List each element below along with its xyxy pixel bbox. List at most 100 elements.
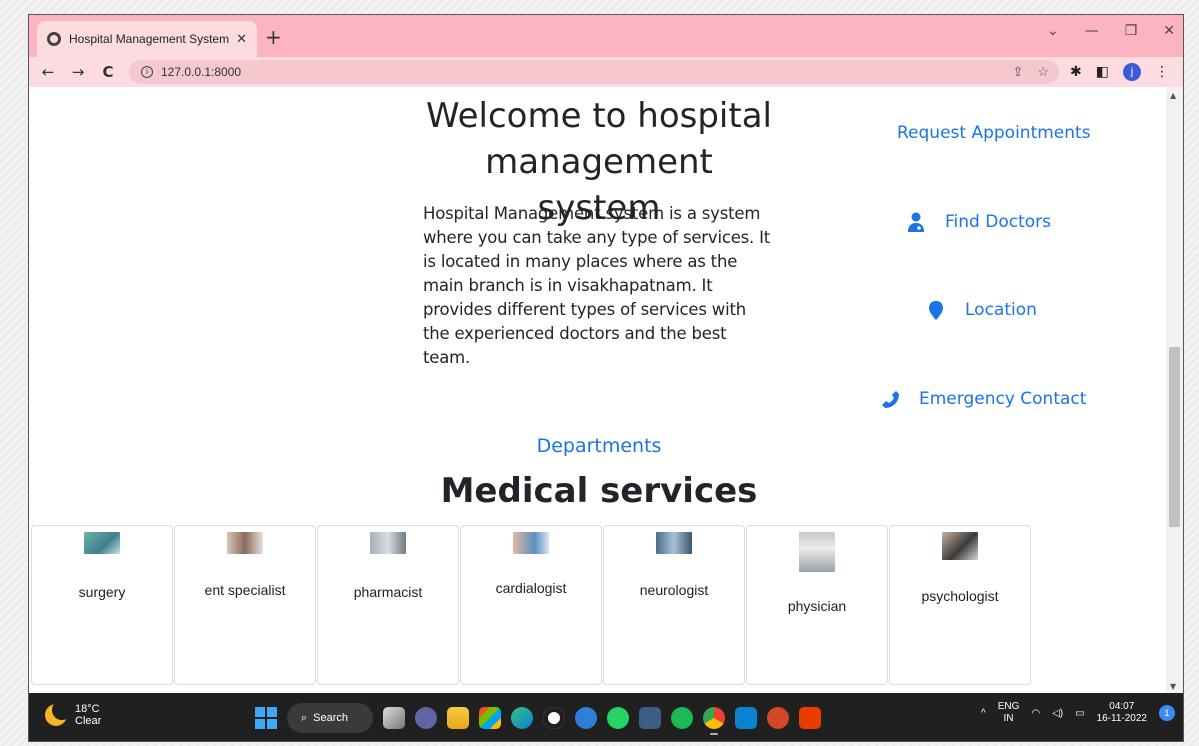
store-icon[interactable] [479, 707, 501, 729]
forward-button[interactable]: → [67, 63, 89, 81]
window-controls: ⌄ — ❐ ✕ [1047, 23, 1175, 39]
departments-link[interactable]: Departments [499, 435, 699, 457]
scrollbar-thumb[interactable] [1169, 347, 1180, 527]
scroll-down-icon[interactable]: ▼ [1170, 682, 1176, 691]
site-info-icon[interactable]: i [141, 66, 153, 78]
request-appointments-link[interactable]: Request Appointments [897, 123, 1091, 143]
close-tab-icon[interactable]: ✕ [236, 32, 247, 47]
chrome-icon[interactable] [703, 707, 725, 735]
edge-icon[interactable] [511, 707, 533, 729]
start-button[interactable] [255, 707, 277, 729]
surgery-image [84, 532, 120, 554]
restore-button[interactable]: ❐ [1125, 23, 1138, 39]
location-link[interactable]: Location [925, 299, 1037, 321]
github-icon[interactable] [543, 707, 565, 729]
neurologist-image [656, 532, 692, 554]
services-list: surgery ent specialist pharmacist cardia… [31, 525, 1031, 685]
doctor-icon [908, 212, 924, 232]
intro-paragraph: Hospital Management system is a system w… [423, 204, 771, 367]
language-indicator[interactable]: ENG IN [998, 701, 1020, 725]
whatsapp-icon[interactable] [607, 707, 629, 729]
page-scrollbar[interactable]: ▲ ▼ [1166, 87, 1183, 693]
menu-icon[interactable]: ⋮ [1155, 64, 1169, 80]
powershell-icon[interactable] [639, 707, 661, 729]
service-card-neurologist[interactable]: neurologist [603, 525, 745, 685]
battery-icon[interactable]: ▭ [1075, 708, 1084, 719]
service-label: pharmacist [353, 584, 423, 600]
system-tray: ^ ENG IN ◠ ◁) ▭ 04:07 16-11-2022 1 [981, 701, 1175, 725]
browser-window: Hospital Management System ✕ + ⌄ — ❐ ✕ ←… [28, 14, 1184, 742]
meet-icon[interactable] [415, 707, 437, 729]
region-code: IN [1003, 713, 1014, 724]
service-label: physician [787, 598, 847, 614]
browser-tab[interactable]: Hospital Management System ✕ [37, 21, 257, 57]
emergency-contact-label: Emergency Contact [919, 389, 1087, 409]
task-view-icon[interactable] [383, 707, 405, 729]
pharmacist-image [370, 532, 406, 554]
service-label: psychologist [921, 588, 999, 604]
psychologist-image [942, 532, 978, 560]
extensions-icon[interactable]: ✱ [1070, 64, 1082, 80]
find-doctors-label: Find Doctors [945, 212, 1051, 232]
request-appointments-label: Request Appointments [897, 123, 1091, 143]
back-button[interactable]: ← [37, 63, 59, 81]
reload-button[interactable]: C [97, 63, 119, 81]
search-label: Search [313, 712, 349, 724]
file-explorer-icon[interactable] [447, 707, 469, 729]
physician-image [799, 532, 835, 572]
moon-icon [45, 700, 72, 726]
notification-badge[interactable]: 1 [1159, 705, 1175, 721]
cardialogist-image [513, 532, 549, 554]
office-icon[interactable] [799, 707, 821, 729]
emergency-contact-link[interactable]: Emergency Contact [879, 388, 1086, 410]
address-bar[interactable]: i 127.0.0.1:8000 ⇪ ☆ [129, 60, 1059, 84]
clock[interactable]: 04:07 16-11-2022 [1097, 701, 1147, 725]
service-label: cardialogist [495, 580, 567, 596]
service-card-cardialogist[interactable]: cardialogist [460, 525, 602, 685]
taskbar-search[interactable]: ⌕ Search [287, 703, 373, 733]
close-window-button[interactable]: ✕ [1163, 23, 1175, 39]
page-content: Welcome to hospital management system Ho… [29, 87, 1168, 693]
bookmark-star-icon[interactable]: ☆ [1037, 64, 1049, 80]
browser-toolbar: ← → C i 127.0.0.1:8000 ⇪ ☆ ✱ ◧ j ⋮ [29, 57, 1183, 87]
windows-taskbar: 18°C Clear ⌕ Search ^ ENG IN ◠ ◁) ▭ 04:0… [29, 693, 1183, 741]
spotify-icon[interactable] [671, 707, 693, 729]
service-label: ent specialist [204, 582, 286, 598]
service-card-pharmacist[interactable]: pharmacist [317, 525, 459, 685]
clock-date: 16-11-2022 [1096, 713, 1147, 724]
ent-specialist-image [227, 532, 263, 554]
tab-search-icon[interactable]: ⌄ [1047, 23, 1059, 39]
minimize-button[interactable]: — [1085, 23, 1099, 39]
scroll-up-icon[interactable]: ▲ [1170, 91, 1176, 100]
vscode-icon[interactable] [735, 707, 757, 729]
search-icon: ⌕ [301, 711, 308, 724]
weather-description: Clear [75, 715, 102, 727]
service-label: surgery [78, 584, 126, 600]
profile-avatar[interactable]: j [1123, 63, 1141, 81]
find-doctors-link[interactable]: Find Doctors [905, 211, 1051, 233]
url-text: 127.0.0.1:8000 [161, 65, 242, 79]
weather-temperature: 18°C [75, 703, 100, 715]
new-tab-button[interactable]: + [265, 25, 282, 49]
powerpoint-icon[interactable] [767, 707, 789, 729]
location-pin-icon [929, 301, 943, 320]
service-card-psychologist[interactable]: psychologist [889, 525, 1031, 685]
medical-services-title: Medical services [440, 471, 758, 511]
chevron-up-icon[interactable]: ^ [981, 708, 986, 719]
globe-icon [47, 32, 61, 46]
location-label: Location [965, 300, 1037, 320]
wifi-icon[interactable]: ◠ [1031, 708, 1040, 719]
clock-time: 04:07 [1109, 701, 1135, 712]
volume-icon[interactable]: ◁) [1052, 708, 1063, 719]
side-panel-icon[interactable]: ◧ [1096, 64, 1109, 80]
help-icon[interactable] [575, 707, 597, 729]
share-icon[interactable]: ⇪ [1012, 64, 1023, 80]
tab-title: Hospital Management System [69, 32, 230, 46]
weather-widget[interactable]: 18°C Clear [45, 700, 102, 727]
service-label: neurologist [639, 582, 709, 598]
service-card-physician[interactable]: physician [746, 525, 888, 685]
service-card-ent-specialist[interactable]: ent specialist [174, 525, 316, 685]
tab-strip: Hospital Management System ✕ + ⌄ — ❐ ✕ [29, 15, 1183, 57]
phone-icon [882, 391, 899, 408]
service-card-surgery[interactable]: surgery [31, 525, 173, 685]
